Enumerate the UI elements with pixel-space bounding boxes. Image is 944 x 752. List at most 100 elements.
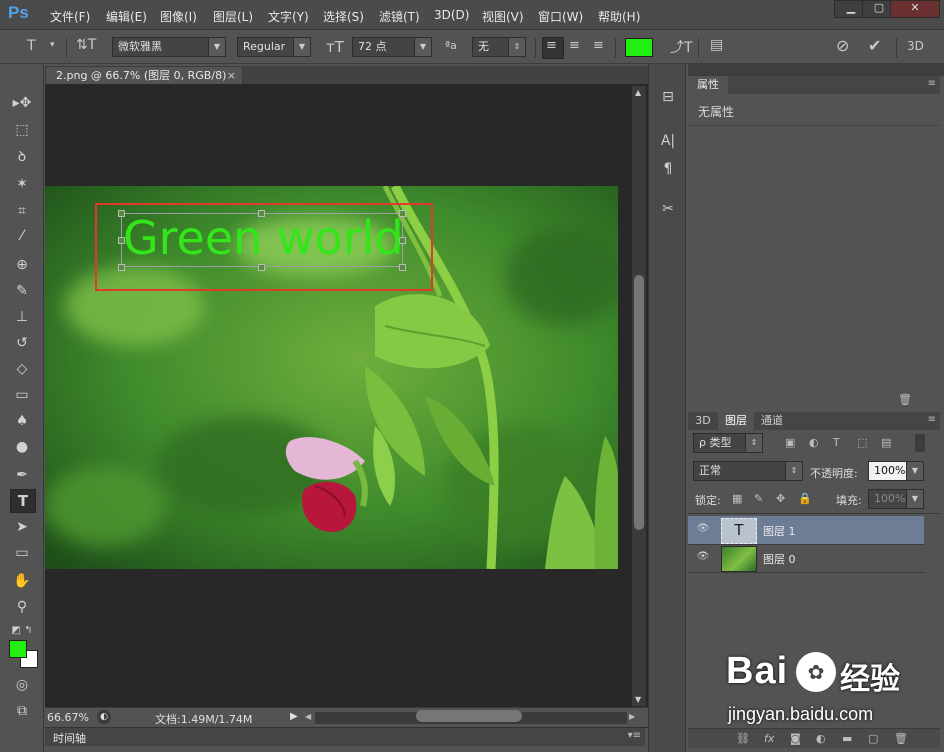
lock-position-icon[interactable]: ✥ [776, 492, 785, 505]
type-tool-preset-icon[interactable]: T [27, 38, 36, 54]
scroll-down-icon[interactable]: ▼ [635, 695, 641, 704]
layer-filter-select[interactable]: ρ 类型 ⇕ [693, 433, 763, 453]
scroll-left-icon[interactable]: ◀ [305, 712, 311, 721]
layer-name[interactable]: 图层 1 [763, 523, 796, 539]
brush-tool-icon[interactable]: ✎ [10, 280, 34, 302]
menu-window[interactable]: 窗口(W) [538, 8, 583, 25]
shape-filter-icon[interactable]: ⬚ [857, 436, 867, 449]
path-selection-tool-icon[interactable]: ➤ [10, 516, 34, 538]
menu-select[interactable]: 选择(S) [323, 8, 364, 25]
visibility-eye-icon[interactable]: 👁 [696, 552, 710, 562]
eraser-tool-icon[interactable]: ◇ [10, 358, 34, 380]
scroll-up-icon[interactable]: ▲ [635, 88, 641, 97]
history-panel-icon[interactable]: ⊟ [657, 86, 679, 108]
character-panel-icon[interactable]: A| [657, 130, 679, 152]
type-filter-icon[interactable]: T [833, 436, 840, 449]
panel-menu-icon[interactable]: ≡ [928, 78, 936, 89]
image-canvas[interactable]: Green world [45, 186, 618, 569]
default-colors-icon[interactable]: ◩ ↰ [10, 620, 34, 642]
align-center-icon[interactable]: ≡ [569, 38, 580, 53]
type-tool-icon[interactable]: T [10, 489, 36, 513]
font-size-select[interactable]: 72 点 ▼ [352, 37, 432, 57]
commit-check-icon[interactable]: ✔ [868, 36, 881, 55]
filter-toggle[interactable] [915, 434, 925, 452]
panel-menu-icon[interactable]: ▾≡ [628, 730, 641, 741]
adjustment-filter-icon[interactable]: ◐ [809, 436, 819, 449]
chevron-down-icon: ⇕ [508, 38, 525, 56]
warp-text-icon[interactable]: ⤴T [670, 37, 693, 57]
pixel-filter-icon[interactable]: ▣ [785, 436, 795, 449]
menu-help[interactable]: 帮助(H) [598, 8, 640, 25]
align-left-button[interactable]: ≡ [542, 37, 564, 59]
tab-3d[interactable]: 3D [688, 412, 718, 430]
layer-name[interactable]: 图层 0 [763, 551, 796, 567]
text-color-swatch[interactable] [625, 38, 653, 57]
orientation-toggle-icon[interactable]: ⇅T [76, 37, 96, 53]
menu-filter[interactable]: 滤镜(T) [379, 8, 420, 25]
blur-tool-icon[interactable]: ♠ [10, 410, 34, 432]
font-family-select[interactable]: 微软雅黑 ▼ [112, 37, 226, 57]
character-panel-icon[interactable]: ▤ [710, 37, 723, 53]
chevron-down-icon[interactable]: ▾ [50, 40, 55, 50]
layer-row-image[interactable]: 👁 图层 0 [688, 544, 924, 573]
opacity-input[interactable]: 100% ▼ [868, 461, 924, 481]
3d-mode-button[interactable]: 3D [907, 39, 924, 53]
lock-image-icon[interactable]: ✎ [754, 492, 763, 505]
dodge-tool-icon[interactable]: ● [10, 436, 34, 458]
antialias-select[interactable]: 无 ⇕ [472, 37, 526, 57]
lasso-tool-icon[interactable]: ꝺ [10, 146, 34, 168]
magic-wand-tool-icon[interactable]: ✶ [10, 173, 34, 195]
pen-tool-icon[interactable]: ✒ [10, 464, 34, 486]
zoom-tool-icon[interactable]: ⚲ [10, 596, 34, 618]
hand-tool-icon[interactable]: ✋ [10, 570, 34, 592]
font-style-select[interactable]: Regular ▼ [237, 37, 311, 57]
menu-view[interactable]: 视图(V) [482, 8, 524, 25]
screen-mode-icon[interactable]: ⧉ [10, 700, 34, 722]
history-brush-tool-icon[interactable]: ↺ [10, 332, 34, 354]
panel-menu-icon[interactable]: ≡ [928, 414, 936, 425]
tab-layers[interactable]: 图层 [718, 412, 754, 430]
eyedropper-tool-icon[interactable]: ⁄ [10, 225, 34, 247]
foreground-color-swatch[interactable] [9, 640, 27, 658]
cancel-icon[interactable]: ⊘ [836, 36, 849, 55]
clone-stamp-tool-icon[interactable]: ⊥ [10, 306, 34, 328]
align-right-icon[interactable]: ≡ [593, 38, 604, 53]
menu-type[interactable]: 文字(Y) [268, 8, 309, 25]
horizontal-scroll-thumb[interactable] [416, 710, 522, 722]
timeline-tab[interactable]: 时间轴 [53, 730, 86, 746]
smart-object-filter-icon[interactable]: ▤ [881, 436, 891, 449]
menu-edit[interactable]: 编辑(E) [106, 8, 147, 25]
menu-3d[interactable]: 3D(D) [434, 8, 469, 22]
lock-all-icon[interactable]: 🔒 [798, 492, 812, 505]
status-menu-arrow-icon[interactable]: ▶ [290, 711, 298, 722]
tool-presets-icon[interactable]: ✂ [657, 198, 679, 220]
fill-input[interactable]: 100% ▼ [868, 489, 924, 509]
layer-row-text[interactable]: 👁 T 图层 1 [688, 516, 924, 545]
timeline-panel[interactable]: 时间轴 ▾≡ [45, 727, 645, 746]
quick-mask-icon[interactable]: ◎ [10, 674, 34, 696]
menu-file[interactable]: 文件(F) [50, 8, 90, 25]
trash-icon[interactable]: 🗑 [898, 393, 912, 406]
tab-channels[interactable]: 通道 [754, 412, 790, 430]
marquee-tool-icon[interactable]: ⬚ [10, 119, 34, 141]
lock-transparent-icon[interactable]: ▦ [732, 492, 742, 505]
gradient-tool-icon[interactable]: ▭ [10, 384, 34, 406]
canvas-text-layer[interactable]: Green world [123, 210, 404, 266]
zoom-level[interactable]: 66.67% [47, 711, 89, 724]
document-tab[interactable]: 2.png @ 66.7% (图层 0, RGB/8) × [45, 66, 243, 84]
visibility-eye-icon[interactable]: 👁 [696, 524, 710, 534]
move-tool-icon[interactable]: ▸✥ [10, 92, 34, 114]
menu-image[interactable]: 图像(I) [160, 8, 197, 25]
tab-properties[interactable]: 属性 [688, 76, 728, 94]
rectangle-tool-icon[interactable]: ▭ [10, 542, 34, 564]
scroll-right-icon[interactable]: ▶ [629, 712, 635, 721]
healing-brush-tool-icon[interactable]: ⊕ [10, 254, 34, 276]
blend-mode-select[interactable]: 正常 ⇕ [693, 461, 803, 481]
vertical-scroll-thumb[interactable] [634, 275, 644, 530]
close-button[interactable]: ✕ [890, 0, 940, 18]
close-tab-icon[interactable]: × [227, 67, 236, 84]
menu-layer[interactable]: 图层(L) [213, 8, 253, 25]
status-info-icon[interactable]: ◐ [97, 710, 111, 724]
crop-tool-icon[interactable]: ⌗ [10, 200, 34, 222]
paragraph-panel-icon[interactable]: ¶ [657, 158, 679, 180]
